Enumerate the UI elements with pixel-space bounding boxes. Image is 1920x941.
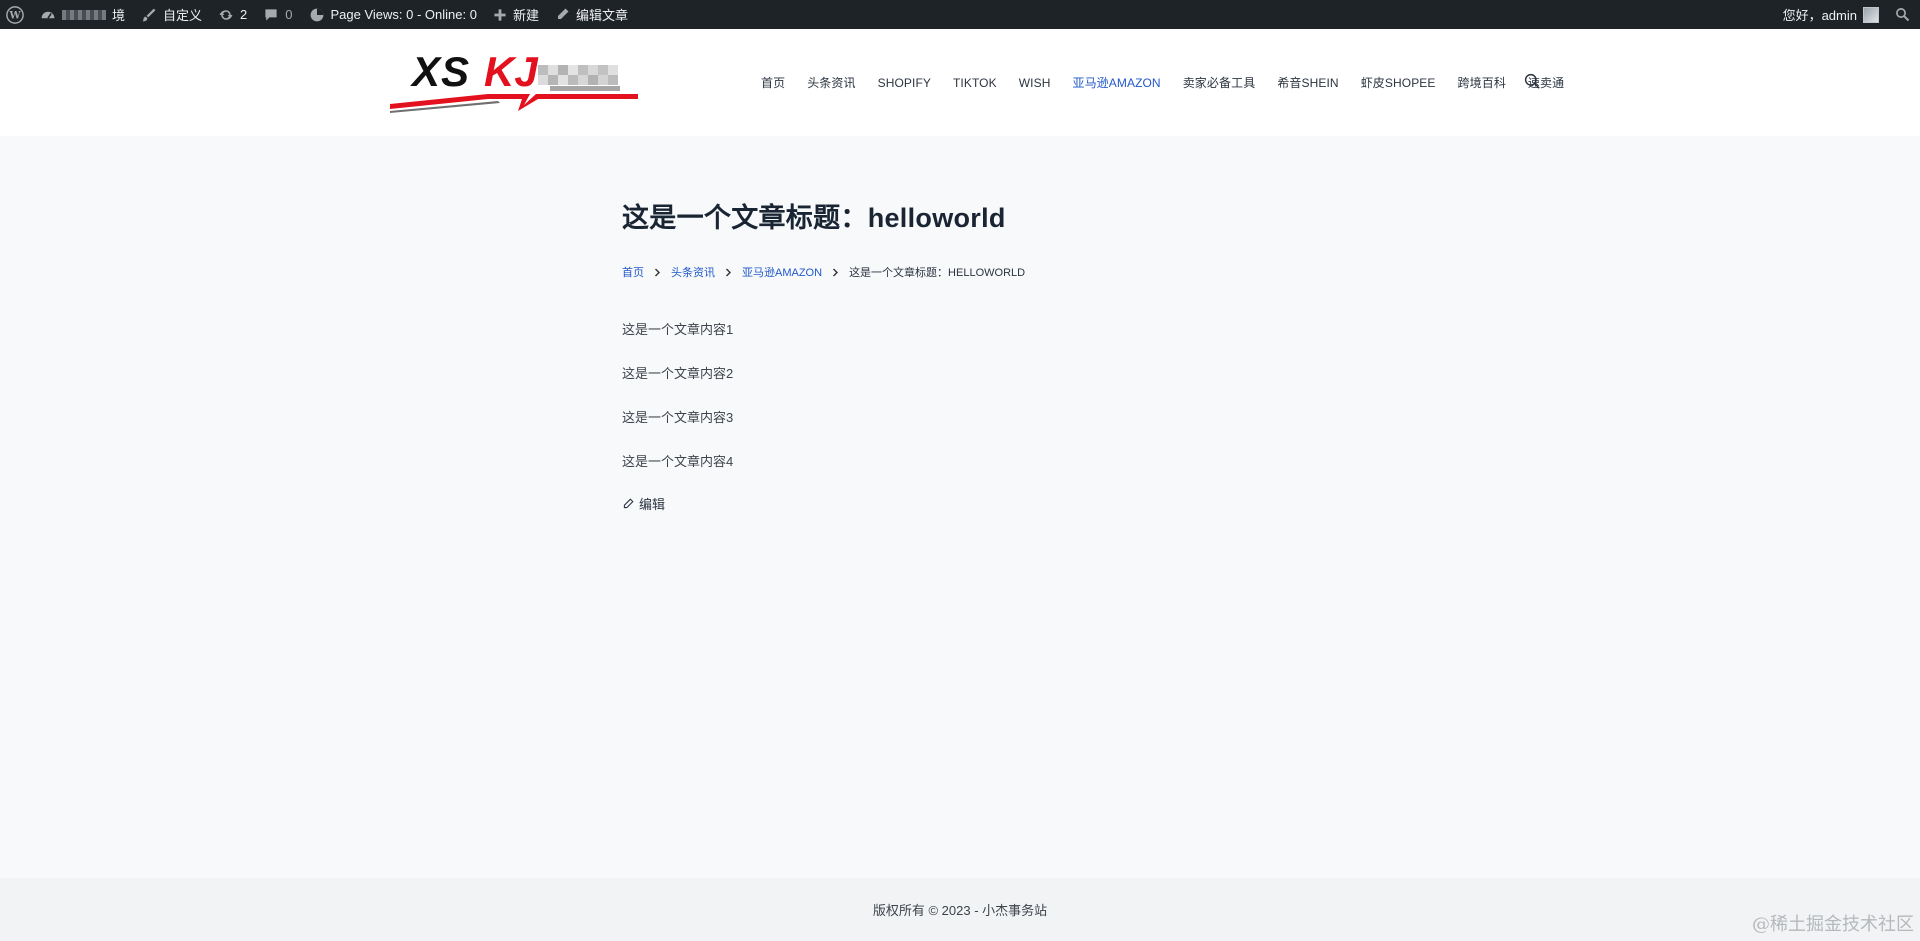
chevron-right-icon <box>832 268 839 277</box>
updates-count: 2 <box>240 7 248 22</box>
nav-item-amazon[interactable]: 亚马逊AMAZON <box>1061 74 1171 91</box>
edit-post-label: 编辑文章 <box>575 8 628 23</box>
pencil-icon <box>623 497 634 508</box>
page-views-label: Page Views: 0 - Online: 0 <box>330 7 477 22</box>
nav-item-shopee[interactable]: 虾皮SHOPEE <box>1350 74 1447 91</box>
edit-label: 编辑 <box>639 497 666 512</box>
customize-label: 自定义 <box>163 8 203 23</box>
nav-item-shein[interactable]: 希音SHEIN <box>1266 74 1349 91</box>
article-paragraph: 这是一个文章内容1 <box>622 322 734 337</box>
blurred-site-name <box>62 9 106 20</box>
admin-search-button[interactable] <box>1887 0 1920 29</box>
breadcrumb-home[interactable]: 首页 <box>622 264 644 280</box>
site-logo[interactable]: XS KJ <box>388 31 650 123</box>
search-icon <box>1524 73 1540 89</box>
comments-count: 0 <box>285 7 293 22</box>
svg-text:KJ: KJ <box>484 48 539 95</box>
edit-post-link[interactable]: 编辑文章 <box>547 0 636 29</box>
my-account-menu[interactable]: 您好，admin <box>1775 0 1887 29</box>
article-paragraph: 这是一个文章内容3 <box>622 410 734 425</box>
nav-item-home[interactable]: 首页 <box>750 74 796 91</box>
wordpress-icon: W <box>6 5 24 24</box>
new-label: 新建 <box>512 8 539 23</box>
article-paragraph: 这是一个文章内容4 <box>622 454 734 469</box>
comment-icon <box>265 8 277 21</box>
updates-link[interactable]: 2 <box>210 0 255 29</box>
breadcrumb-current: 这是一个文章标题：HELLOWORLD <box>849 267 1026 279</box>
page-views-link[interactable]: Page Views: 0 - Online: 0 <box>301 0 485 29</box>
svg-text:W: W <box>8 10 21 21</box>
breadcrumb: 首页 头条资讯 亚马逊AMAZON 这是一个文章标题：HELLOWORLD <box>622 264 1322 280</box>
breadcrumb-category-headlines[interactable]: 头条资讯 <box>671 264 715 280</box>
admin-bar: W 境 自定义 2 0 Page Views: 0 - Online: 0 新建 <box>0 0 1920 29</box>
copyright-text: 版权所有 © 2023 - 小杰事务站 <box>872 903 1048 918</box>
watermark-text: @稀土掘金技术社区 <box>1752 914 1914 935</box>
search-icon <box>1896 8 1910 22</box>
pencil-icon <box>557 8 569 19</box>
nav-item-tiktok[interactable]: TIKTOK <box>942 76 1008 90</box>
header-search-button[interactable] <box>1524 73 1540 94</box>
article: 这是一个文章标题：helloworld 首页 头条资讯 亚马逊AMAZON 这是… <box>622 196 1322 513</box>
brush-icon <box>142 8 156 21</box>
chevron-right-icon <box>654 268 661 277</box>
svg-text:XS: XS <box>410 48 470 95</box>
refresh-icon <box>219 9 233 20</box>
article-paragraph: 这是一个文章内容2 <box>622 366 734 381</box>
avatar <box>1863 6 1879 23</box>
chevron-right-icon <box>725 268 732 277</box>
site-name-suffix: 境 <box>112 8 126 23</box>
edit-post-link[interactable]: 编辑 <box>622 494 1322 513</box>
new-content-menu[interactable]: 新建 <box>485 0 547 29</box>
main-navigation: 首页 头条资讯 SHOPIFY TIKTOK WISH 亚马逊AMAZON 卖家… <box>750 29 1575 136</box>
nav-item-headlines[interactable]: 头条资讯 <box>796 74 866 91</box>
customize-link[interactable]: 自定义 <box>133 0 210 29</box>
comments-link[interactable]: 0 <box>255 0 300 29</box>
breadcrumb-category-amazon[interactable]: 亚马逊AMAZON <box>742 264 822 280</box>
nav-item-shopify[interactable]: SHOPIFY <box>867 76 942 90</box>
plus-icon <box>494 8 506 21</box>
logo-blurred-region <box>538 65 620 91</box>
nav-item-encyclopedia[interactable]: 跨境百科 <box>1447 74 1517 91</box>
nav-item-wish[interactable]: WISH <box>1008 76 1062 90</box>
site-name-menu[interactable]: 境 <box>32 0 133 29</box>
wordpress-logo-menu[interactable]: W <box>0 0 32 29</box>
dashboard-icon <box>41 11 55 19</box>
pie-chart-icon <box>310 8 323 21</box>
greeting-label: 您好，admin <box>1782 8 1857 23</box>
site-footer: 版权所有 © 2023 - 小杰事务站 <box>0 878 1920 941</box>
nav-item-seller-tools[interactable]: 卖家必备工具 <box>1172 74 1267 91</box>
page-title: 这是一个文章标题：helloworld <box>622 203 1006 233</box>
logo-graphic: XS KJ <box>390 48 638 113</box>
